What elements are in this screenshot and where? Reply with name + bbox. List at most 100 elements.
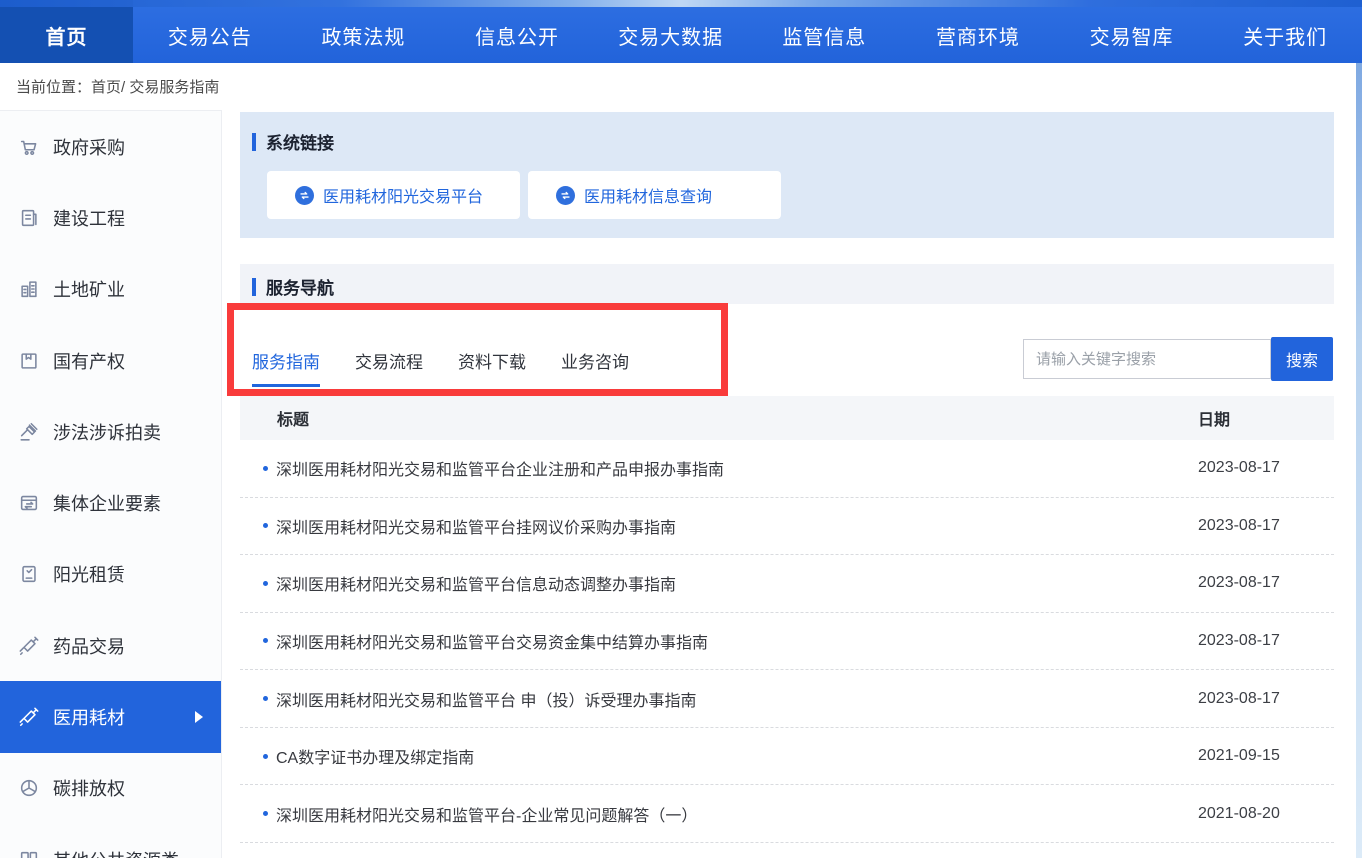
tab-business-consulting[interactable]: 业务咨询 [561, 348, 629, 387]
sidebar-item-label: 建设工程 [53, 205, 125, 231]
bullet-icon [263, 581, 268, 586]
row-date: 2023-08-17 [1198, 574, 1280, 592]
tab-material-download[interactable]: 资料下载 [458, 348, 526, 387]
nav-item-trade-think-tank[interactable]: 交易智库 [1055, 0, 1209, 63]
row-date: 2021-08-20 [1198, 805, 1280, 823]
document-icon [18, 207, 40, 229]
sidebar-item-other-public-resources[interactable]: 其他公共资源类 [0, 824, 221, 858]
service-tabs-row: 服务指南 交易流程 资料下载 业务咨询 搜索 [240, 304, 1334, 392]
system-link-medical-consumables-info-query[interactable]: 医用耗材信息查询 [528, 171, 781, 219]
sidebar-item-state-owned-property[interactable]: 国有产权 [0, 325, 221, 396]
sidebar-item-label: 碳排放权 [53, 775, 125, 801]
bullet-icon [263, 811, 268, 816]
sidebar-item-label: 土地矿业 [53, 276, 125, 302]
bullet-icon [263, 523, 268, 528]
row-title-link[interactable]: 深圳医用耗材阳光交易和监管平台挂网议价采购办事指南 [276, 514, 676, 538]
sidebar-item-label: 药品交易 [53, 633, 125, 659]
nav-item-about-us[interactable]: 关于我们 [1208, 0, 1362, 63]
section-title: 系统链接 [266, 129, 334, 154]
carbon-icon [18, 777, 40, 799]
sidebar-item-drug-trading[interactable]: 药品交易 [0, 610, 221, 681]
table-row[interactable]: 深圳医用耗材阳光交易和监管平台 申（投）诉受理办事指南 2023-08-17 [240, 670, 1334, 728]
row-title-link[interactable]: 深圳医用耗材阳光交易和监管平台信息动态调整办事指南 [276, 571, 676, 595]
sidebar-item-label: 涉法涉诉拍卖 [53, 419, 161, 445]
system-link-label: 医用耗材信息查询 [584, 183, 712, 207]
nav-item-trade-announcements[interactable]: 交易公告 [133, 0, 287, 63]
nav-item-home[interactable]: 首页 [0, 0, 133, 63]
search-button[interactable]: 搜索 [1271, 337, 1333, 381]
system-links-section: 系统链接 医用耗材阳光交易平台 医用耗材信息查询 [240, 112, 1334, 238]
guide-list: 深圳医用耗材阳光交易和监管平台企业注册和产品申报办事指南 2023-08-17 … [240, 440, 1334, 843]
row-title-link[interactable]: 深圳医用耗材阳光交易和监管平台-企业常见问题解答（一） [276, 802, 697, 826]
sidebar-item-label: 集体企业要素 [53, 490, 161, 516]
row-date: 2021-09-15 [1198, 747, 1280, 765]
nav-item-policies-regulations[interactable]: 政策法规 [287, 0, 441, 63]
table-row[interactable]: 深圳医用耗材阳光交易和监管平台交易资金集中结算办事指南 2023-08-17 [240, 613, 1334, 671]
sidebar-item-medical-consumables[interactable]: 医用耗材 [0, 681, 221, 752]
section-accent-bar [252, 278, 256, 296]
category-sidebar: 政府采购 建设工程 土地矿业 国有产权 涉法涉诉拍卖 集体企业要素 [0, 110, 222, 858]
chevron-right-icon [195, 711, 203, 723]
transfer-icon [295, 186, 314, 205]
row-title-link[interactable]: 深圳医用耗材阳光交易和监管平台企业注册和产品申报办事指南 [276, 456, 724, 480]
sidebar-item-label: 阳光租赁 [53, 561, 125, 587]
bookmark-icon [18, 350, 40, 372]
top-nav: 首页 交易公告 政策法规 信息公开 交易大数据 监管信息 营商环境 交易智库 关… [0, 0, 1362, 63]
table-row[interactable]: 深圳医用耗材阳光交易和监管平台信息动态调整办事指南 2023-08-17 [240, 555, 1334, 613]
syringe-icon [18, 635, 40, 657]
row-date: 2023-08-17 [1198, 632, 1280, 650]
nav-item-info-disclosure[interactable]: 信息公开 [440, 0, 594, 63]
page-edge-strip [1356, 63, 1362, 858]
sidebar-item-label: 政府采购 [53, 134, 125, 160]
section-accent-bar [252, 133, 256, 151]
table-row[interactable]: 深圳医用耗材阳光交易和监管平台企业注册和产品申报办事指南 2023-08-17 [240, 440, 1334, 498]
sidebar-item-government-procurement[interactable]: 政府采购 [0, 111, 221, 182]
table-row[interactable]: 深圳医用耗材阳光交易和监管平台挂网议价采购办事指南 2023-08-17 [240, 498, 1334, 556]
sidebar-item-label: 医用耗材 [53, 704, 125, 730]
breadcrumb: 当前位置： 首页/ 交易服务指南 [0, 63, 1362, 110]
table-header: 标题 日期 [240, 396, 1334, 440]
table-row[interactable]: 深圳医用耗材阳光交易和监管平台-企业常见问题解答（一） 2021-08-20 [240, 785, 1334, 843]
bullet-icon [263, 638, 268, 643]
bullet-icon [263, 696, 268, 701]
service-nav-header: 服务导航 [240, 264, 1334, 299]
system-link-medical-consumables-platform[interactable]: 医用耗材阳光交易平台 [267, 171, 520, 219]
cart-icon [18, 136, 40, 158]
nav-item-supervision-info[interactable]: 监管信息 [748, 0, 902, 63]
row-title-link[interactable]: 深圳医用耗材阳光交易和监管平台 申（投）诉受理办事指南 [276, 687, 696, 711]
section-title: 服务导航 [266, 274, 334, 299]
breadcrumb-path[interactable]: 首页/ 交易服务指南 [91, 76, 219, 97]
bullet-icon [263, 466, 268, 471]
grid-icon [18, 849, 40, 858]
row-date: 2023-08-17 [1198, 690, 1280, 708]
tab-trade-process[interactable]: 交易流程 [355, 348, 423, 387]
sidebar-item-label: 其他公共资源类 [53, 847, 179, 858]
window-transfer-icon [18, 492, 40, 514]
bullet-icon [263, 754, 268, 759]
sidebar-item-label: 国有产权 [53, 348, 125, 374]
table-row[interactable]: CA数字证书办理及绑定指南 2021-09-15 [240, 728, 1334, 786]
column-header-date: 日期 [1198, 406, 1230, 430]
sidebar-item-collective-enterprise-elements[interactable]: 集体企业要素 [0, 467, 221, 538]
service-nav-section: 服务导航 [240, 264, 1334, 304]
building-icon [18, 278, 40, 300]
row-date: 2023-08-17 [1198, 517, 1280, 535]
sidebar-item-land-mining[interactable]: 土地矿业 [0, 254, 221, 325]
tablet-icon [18, 563, 40, 585]
sidebar-item-carbon-emission-rights[interactable]: 碳排放权 [0, 753, 221, 824]
system-links-header: 系统链接 [240, 112, 1334, 154]
sidebar-item-judicial-auction[interactable]: 涉法涉诉拍卖 [0, 396, 221, 467]
breadcrumb-label: 当前位置： [16, 76, 91, 97]
syringe-icon [18, 706, 40, 728]
transfer-icon [556, 186, 575, 205]
row-title-link[interactable]: 深圳医用耗材阳光交易和监管平台交易资金集中结算办事指南 [276, 629, 708, 653]
row-date: 2023-08-17 [1198, 459, 1280, 477]
tab-service-guide[interactable]: 服务指南 [252, 348, 320, 387]
gavel-icon [18, 421, 40, 443]
row-title-link[interactable]: CA数字证书办理及绑定指南 [276, 744, 474, 768]
sidebar-item-construction-projects[interactable]: 建设工程 [0, 182, 221, 253]
search-input[interactable] [1023, 339, 1271, 379]
nav-item-trade-big-data[interactable]: 交易大数据 [594, 0, 748, 63]
nav-item-business-environment[interactable]: 营商环境 [901, 0, 1055, 63]
sidebar-item-sunshine-leasing[interactable]: 阳光租赁 [0, 539, 221, 610]
